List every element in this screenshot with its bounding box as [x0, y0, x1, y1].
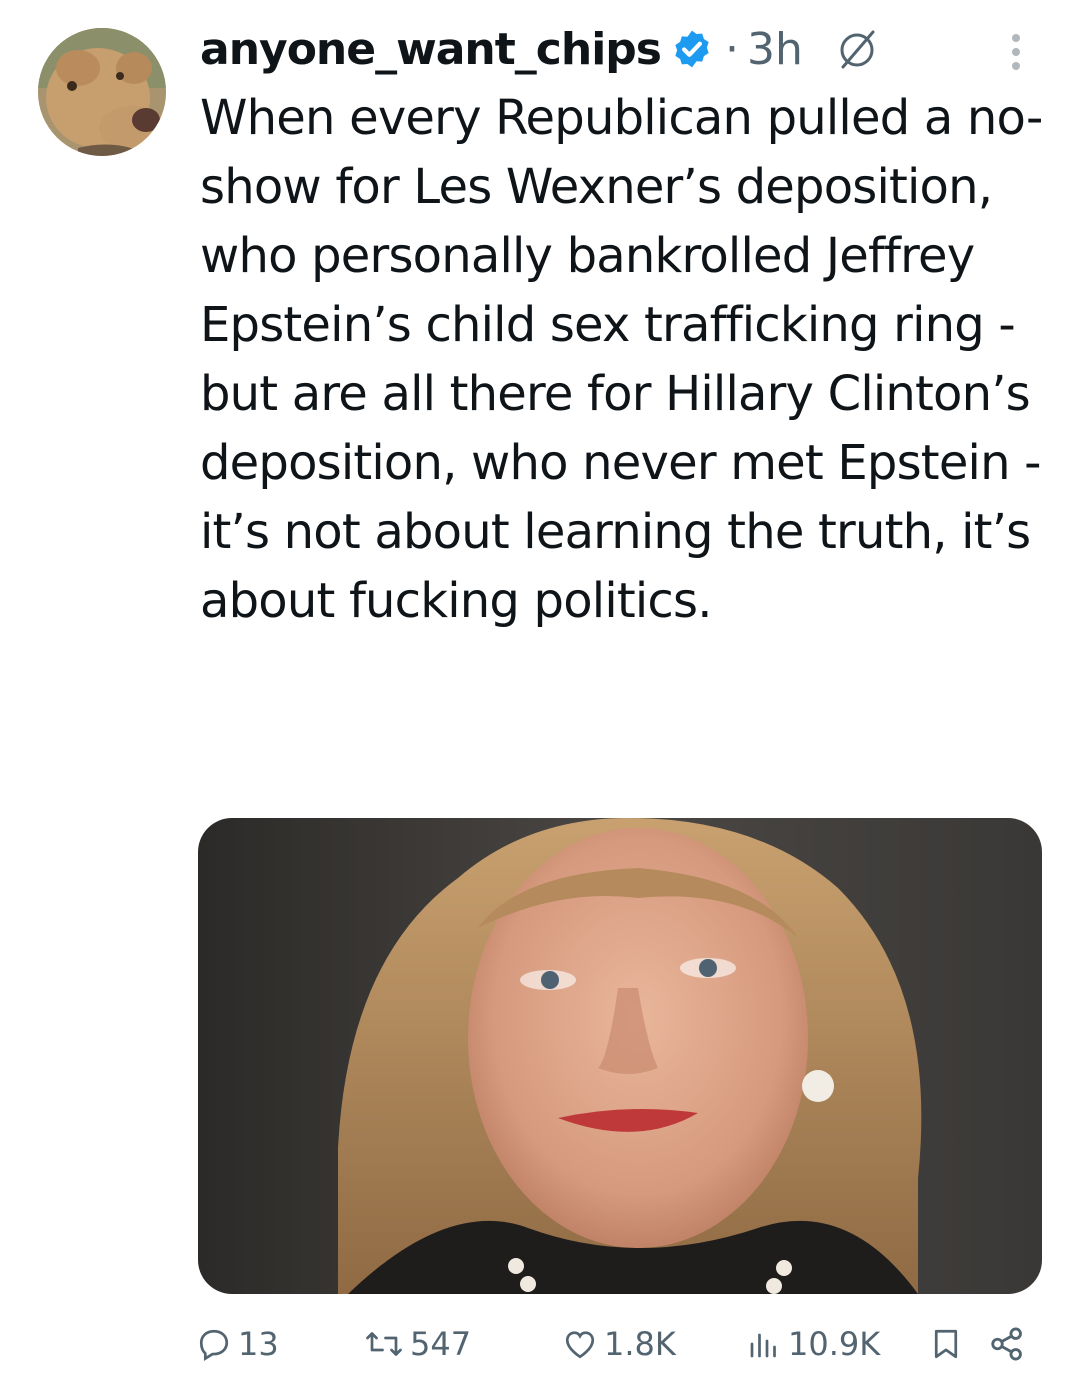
- reply-button[interactable]: 13: [196, 1318, 279, 1370]
- post-text: When every Republican pulled a no-show f…: [200, 90, 1043, 629]
- bookmark-icon: [934, 1329, 958, 1359]
- heart-icon: [565, 1331, 595, 1359]
- reply-count: 13: [238, 1325, 279, 1363]
- like-button[interactable]: 1.8K: [562, 1318, 676, 1370]
- share-button[interactable]: [988, 1318, 1026, 1370]
- more-options-icon[interactable]: [1004, 30, 1028, 74]
- dog-avatar-icon: [38, 28, 166, 156]
- repost-count: 547: [410, 1325, 472, 1363]
- repost-icon: [366, 1332, 402, 1356]
- verified-badge-icon: [675, 30, 709, 68]
- username[interactable]: anyone_want_chips: [200, 24, 662, 75]
- post-image[interactable]: [198, 818, 1042, 1294]
- separator-dot: ·: [724, 23, 739, 75]
- action-bar: 13 547 1.8K 10.9K: [196, 1318, 1036, 1370]
- post-header: anyone_want_chips · 3h: [200, 18, 883, 80]
- tweet: anyone_want_chips · 3h When every Republ…: [0, 0, 1080, 1385]
- avatar[interactable]: [38, 28, 166, 156]
- share-icon: [991, 1327, 1022, 1361]
- bookmark-button[interactable]: [928, 1318, 964, 1370]
- repost-button[interactable]: 547: [364, 1318, 471, 1370]
- circle-slash-icon: [840, 30, 875, 69]
- view-count: 10.9K: [788, 1325, 881, 1363]
- post-time[interactable]: 3h: [747, 24, 803, 75]
- reply-icon: [199, 1329, 229, 1361]
- views-button[interactable]: 10.9K: [746, 1318, 880, 1370]
- analytics-icon: [750, 1333, 776, 1358]
- portrait-photo-icon: [198, 818, 1042, 1294]
- like-count: 1.8K: [604, 1325, 676, 1363]
